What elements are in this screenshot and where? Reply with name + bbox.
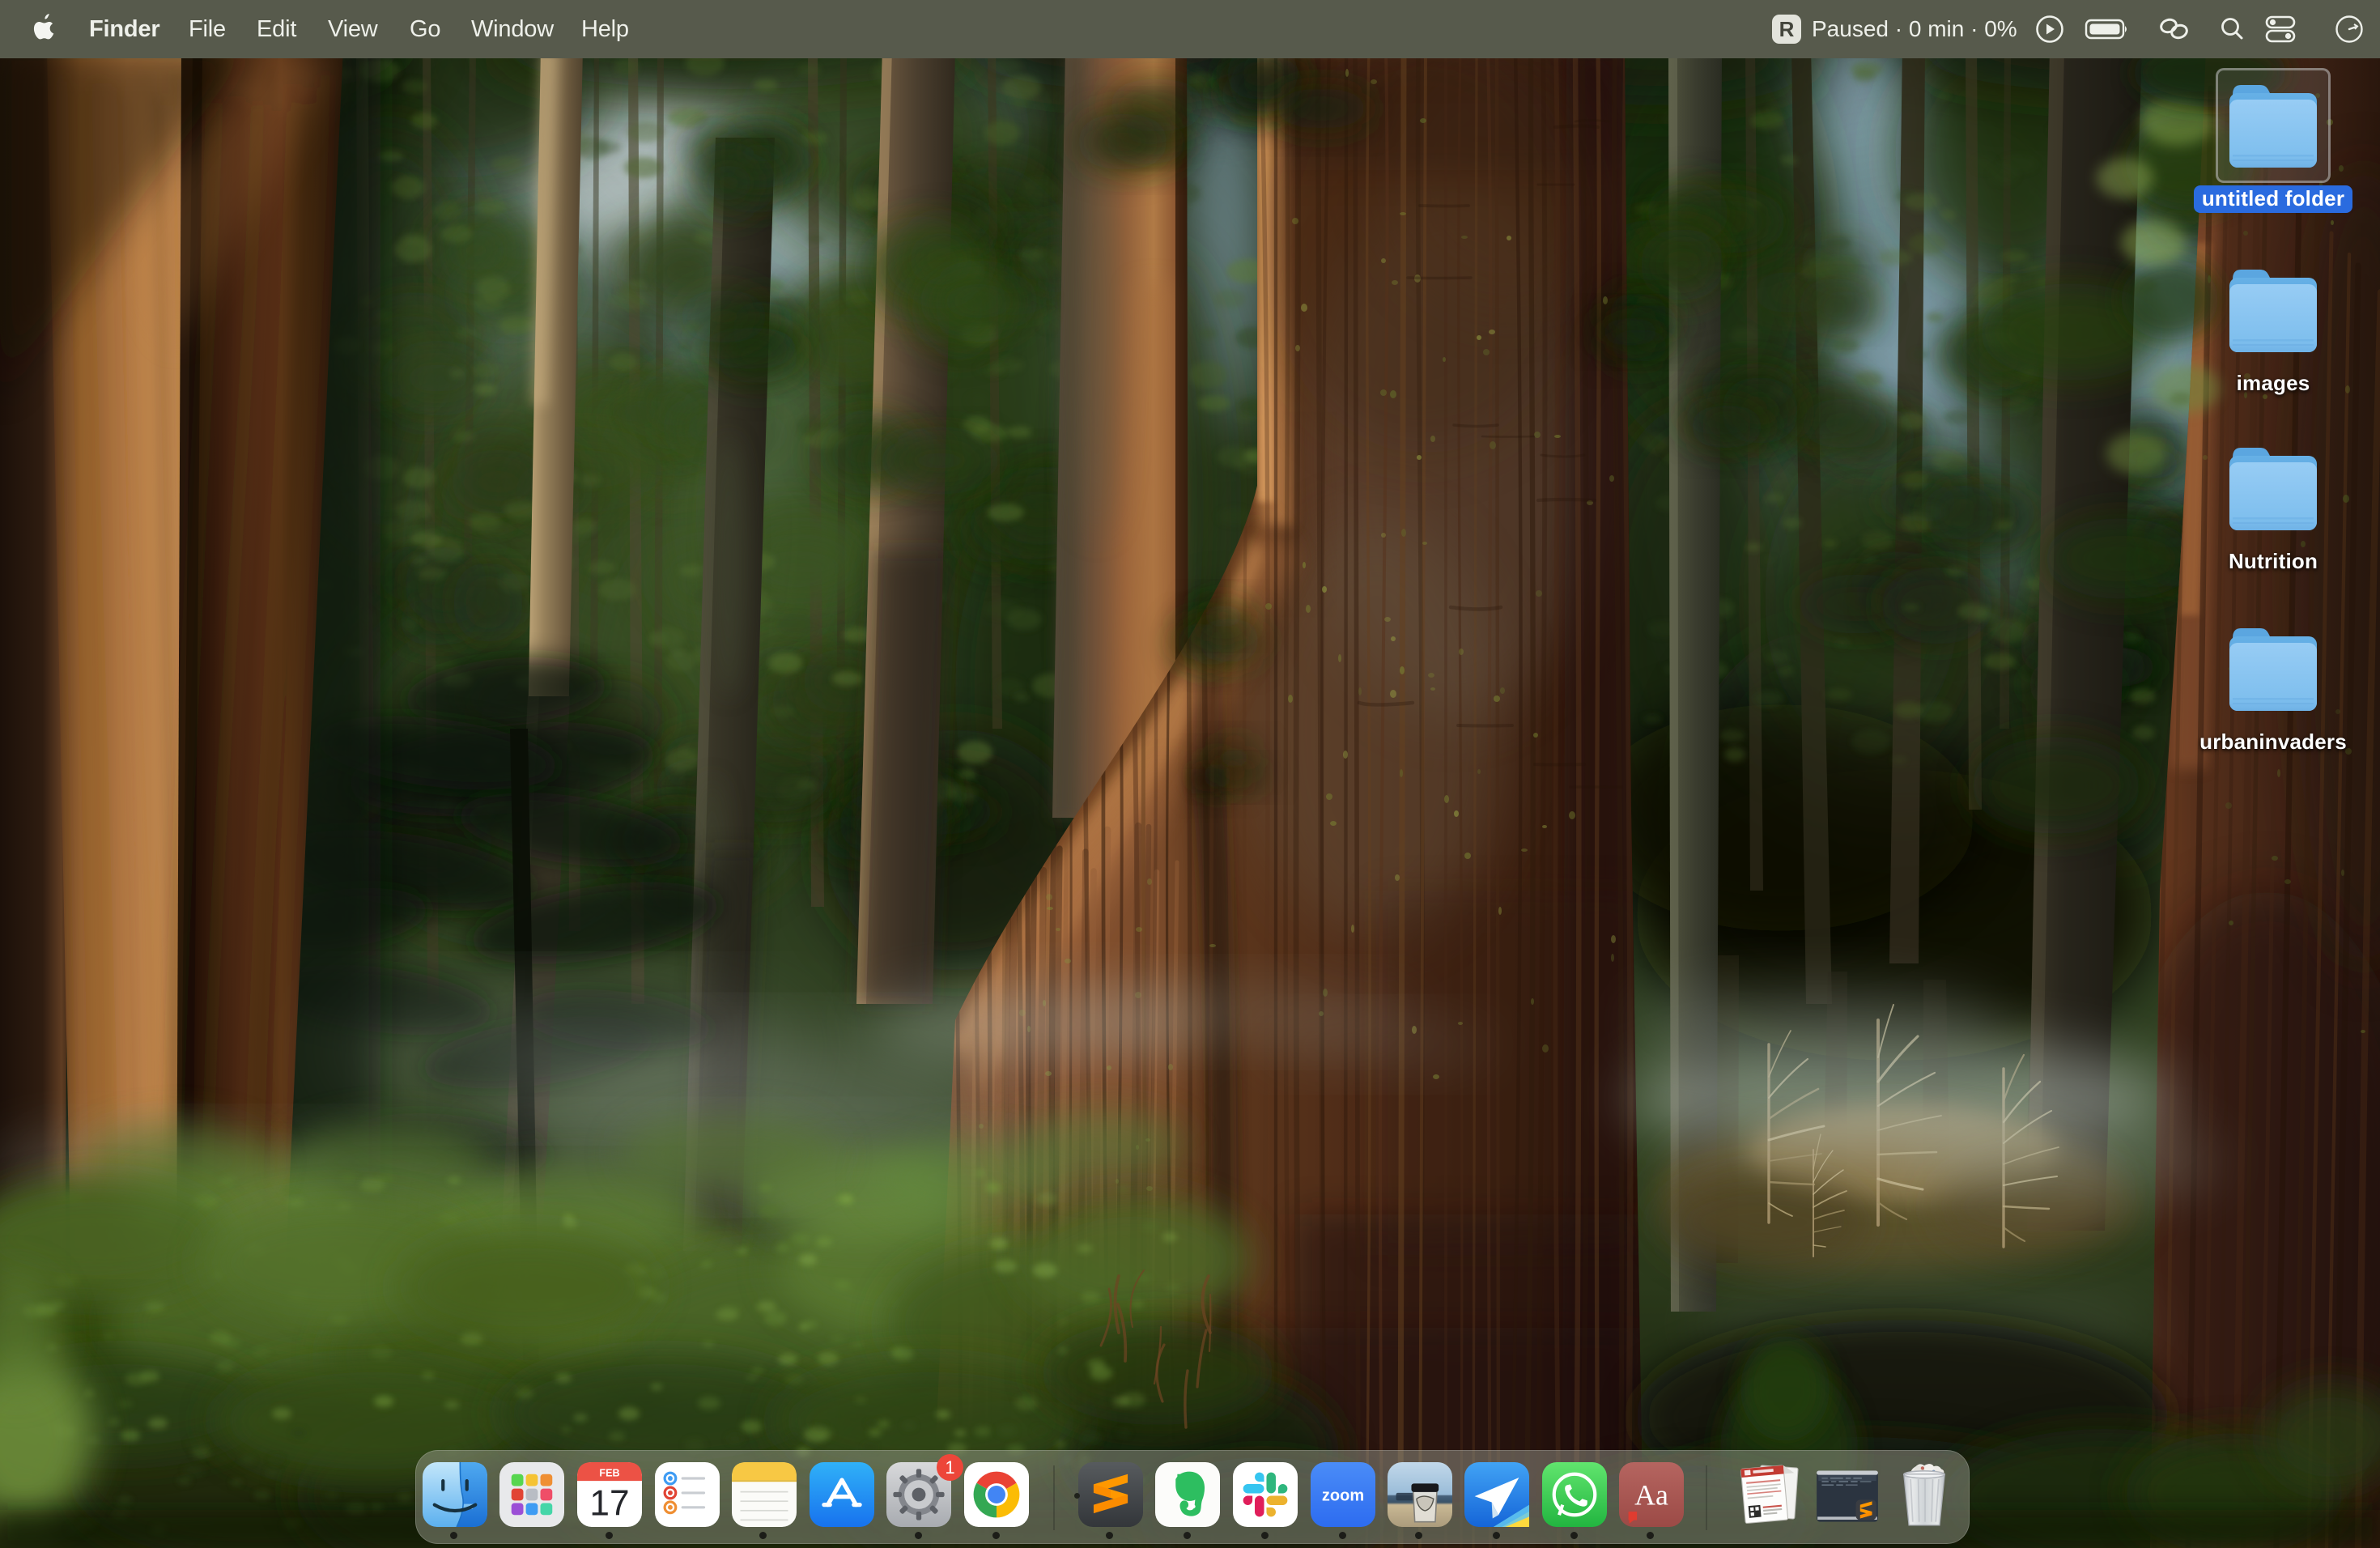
- svg-text:zoom: zoom: [1322, 1486, 1364, 1504]
- svg-text:17: 17: [589, 1483, 629, 1523]
- svg-text:Aa: Aa: [1634, 1479, 1668, 1512]
- svg-text:FEB: FEB: [599, 1467, 619, 1478]
